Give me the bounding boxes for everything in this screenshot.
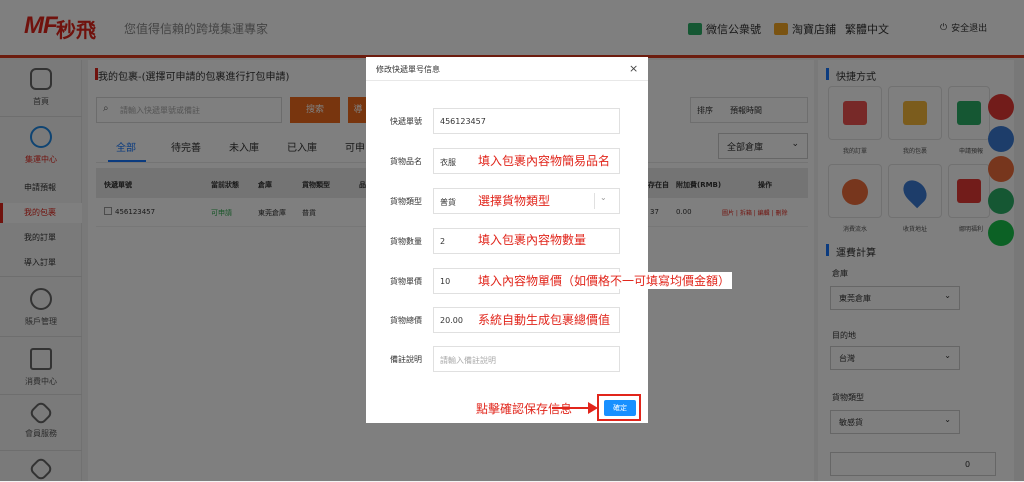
confirm-button[interactable]: 確定 bbox=[604, 400, 636, 416]
label-quantity: 貨物數量 bbox=[390, 237, 422, 246]
close-icon[interactable]: × bbox=[629, 62, 638, 75]
label-tracking: 快遞單號 bbox=[390, 117, 422, 126]
modal-title: 修改快遞單号信息 bbox=[376, 65, 440, 74]
annotation-goods-type: 選擇貨物類型 bbox=[476, 192, 553, 209]
tracking-number-field[interactable]: 456123457 bbox=[433, 108, 620, 134]
label-total-price: 貨物總價 bbox=[390, 316, 422, 325]
annotation-total-price: 系統自動生成包裹總價值 bbox=[476, 311, 613, 328]
annotation-unit-price: 填入內容物單價（如價格不一可填寫均價金額） bbox=[476, 272, 733, 289]
label-goods-type: 貨物類型 bbox=[390, 197, 422, 206]
remark-field[interactable]: 請輸入備註說明 bbox=[433, 346, 620, 372]
annotation-quantity: 填入包裹內容物數量 bbox=[476, 231, 589, 248]
label-remark: 備註說明 bbox=[390, 355, 422, 364]
modal-divider bbox=[366, 80, 648, 81]
label-goods-name: 貨物品名 bbox=[390, 157, 422, 166]
label-unit-price: 貨物單價 bbox=[390, 277, 422, 286]
select-divider bbox=[594, 193, 595, 209]
chevron-down-icon: ⌄ bbox=[600, 193, 607, 202]
annotation-goods-name: 填入包裹內容物簡易品名 bbox=[476, 152, 613, 169]
